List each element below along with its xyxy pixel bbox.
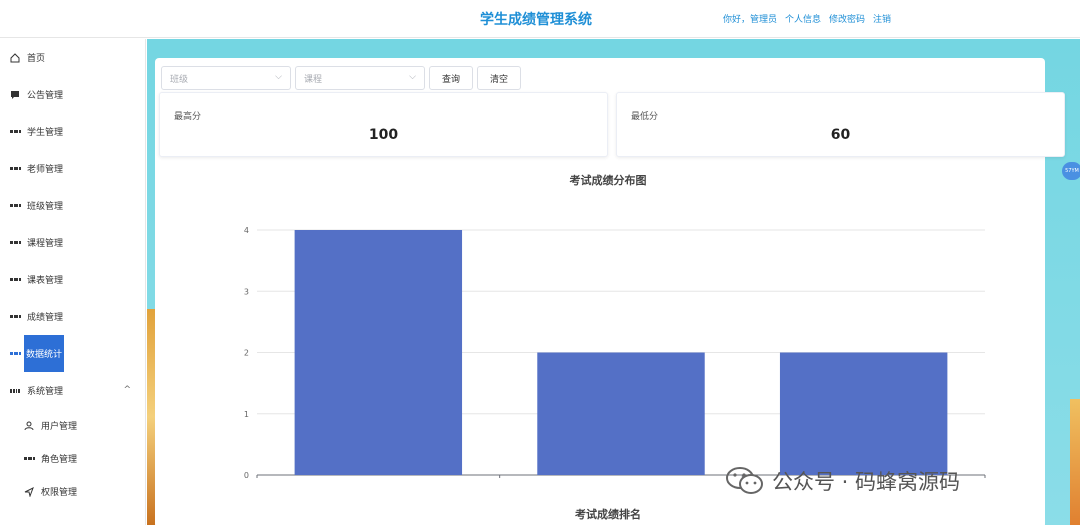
chevron-up-icon: ^ (123, 385, 131, 395)
user-icon (24, 421, 34, 431)
sidebar-item-students[interactable]: 学生管理 (0, 113, 145, 150)
sidebar-item-label: 数据统计 (24, 335, 64, 372)
clear-button[interactable]: 清空 (477, 66, 522, 90)
grid-icon (10, 127, 20, 137)
watermark-text: 公众号 · 码蜂窝源码 (772, 470, 961, 494)
sidebar-item-classes[interactable]: 班级管理 (0, 187, 145, 224)
chart-title: 考试成绩分布图 (569, 174, 647, 187)
app-title: 学生成绩管理系统 (480, 12, 592, 28)
max-score-label: 最高分 (174, 112, 202, 122)
sidebar-subitem-label: 用户管理 (41, 422, 78, 432)
home-icon (10, 52, 20, 63)
wechat-icon (726, 466, 764, 496)
chevron-down-icon: ⌵ (409, 72, 416, 82)
grid-icon (10, 201, 20, 211)
top-header: 学生成绩管理系统 你好，管理员 个人信息 修改密码 注销 (0, 0, 1080, 38)
y-tick-label: 1 (244, 410, 249, 419)
background-decoration (1070, 399, 1080, 525)
sidebar-item-label: 公告管理 (27, 91, 64, 101)
main-content: 班级 ⌵ 课程 ⌵ 查询 清空 最高分 100 最低分 60 考试成绩分布图 0… (147, 39, 1080, 525)
sidebar-item-label: 系统管理 (27, 387, 64, 397)
course-select[interactable]: 课程 ⌵ (295, 66, 425, 90)
user-links: 你好，管理员 个人信息 修改密码 注销 (723, 12, 891, 25)
chat-icon (10, 90, 20, 100)
score-distribution-chart: 0123490分以上60~70分71~80分 (244, 226, 986, 478)
min-score-value: 60 (830, 127, 851, 143)
max-score-value: 100 (368, 127, 399, 143)
min-score-card: 最低分 60 (616, 92, 1065, 157)
y-tick-label: 2 (244, 349, 249, 358)
sidebar-subitem-label: 角色管理 (41, 455, 78, 465)
max-score-card: 最高分 100 (159, 92, 608, 157)
watermark: 公众号 · 码蜂窝源码 (726, 466, 960, 496)
query-button[interactable]: 查询 (429, 66, 474, 90)
bar (537, 352, 705, 475)
sidebar-item-label: 班级管理 (27, 202, 64, 212)
grid-icon (10, 275, 20, 285)
sidebar-item-teachers[interactable]: 老师管理 (0, 150, 145, 187)
class-select[interactable]: 班级 ⌵ (161, 66, 291, 90)
course-select-placeholder: 课程 (304, 74, 323, 85)
sidebar-item-timetable[interactable]: 课表管理 (0, 261, 145, 298)
sidebar-item-courses[interactable]: 课程管理 (0, 224, 145, 261)
sidebar-item-label: 课程管理 (27, 239, 64, 249)
change-password-link[interactable]: 修改密码 (829, 12, 865, 25)
sidebar-item-grades[interactable]: 成绩管理 (0, 298, 145, 335)
sidebar-subitem-users[interactable]: 用户管理 (0, 409, 145, 442)
grid-icon (10, 238, 20, 248)
bar (294, 230, 463, 475)
sidebar-item-home[interactable]: 首页 (0, 39, 145, 76)
sidebar-item-statistics[interactable]: 数据统计 (0, 335, 145, 372)
send-icon (24, 486, 34, 497)
logout-link[interactable]: 注销 (873, 12, 891, 25)
y-tick-label: 0 (244, 471, 249, 478)
sidebar-subitem-label: 权限管理 (41, 488, 78, 498)
sidebar-item-system[interactable]: 系统管理 ^ (0, 372, 145, 409)
ranking-chart-title: 考试成绩排名 (575, 508, 641, 521)
chevron-down-icon: ⌵ (275, 72, 282, 82)
class-select-placeholder: 班级 (170, 74, 189, 85)
grid-icon (10, 312, 20, 322)
y-tick-label: 4 (244, 226, 249, 235)
filter-bar: 班级 ⌵ 课程 ⌵ 查询 清空 (161, 66, 522, 90)
statistics-panel: 班级 ⌵ 课程 ⌵ 查询 清空 最高分 100 最低分 60 考试成绩分布图 0… (155, 58, 1065, 525)
sidebar-item-label: 成绩管理 (27, 313, 64, 323)
min-score-label: 最低分 (631, 112, 659, 122)
grid-icon (10, 164, 20, 174)
sidebar-item-label: 老师管理 (27, 165, 64, 175)
bar (779, 352, 948, 475)
y-tick-label: 3 (244, 287, 249, 296)
profile-link[interactable]: 个人信息 (785, 12, 821, 25)
grid-icon (10, 349, 20, 359)
grid-icon (24, 454, 34, 464)
sidebar-item-label: 课表管理 (27, 276, 64, 286)
sidebar-item-announcements[interactable]: 公告管理 (0, 76, 145, 113)
greeting-link[interactable]: 你好，管理员 (723, 12, 777, 25)
apps-icon (10, 386, 20, 396)
sidebar-item-label: 首页 (27, 54, 46, 64)
sidebar-subitem-roles[interactable]: 角色管理 (0, 442, 145, 475)
sidebar: 首页 公告管理 学生管理 老师管理 班级管理 课程管理 课表管理 成绩管理 数据… (0, 39, 146, 525)
sidebar-subitem-permissions[interactable]: 权限管理 (0, 475, 145, 508)
floating-badge[interactable]: 57YM (1062, 162, 1080, 180)
sidebar-item-label: 学生管理 (27, 128, 64, 138)
